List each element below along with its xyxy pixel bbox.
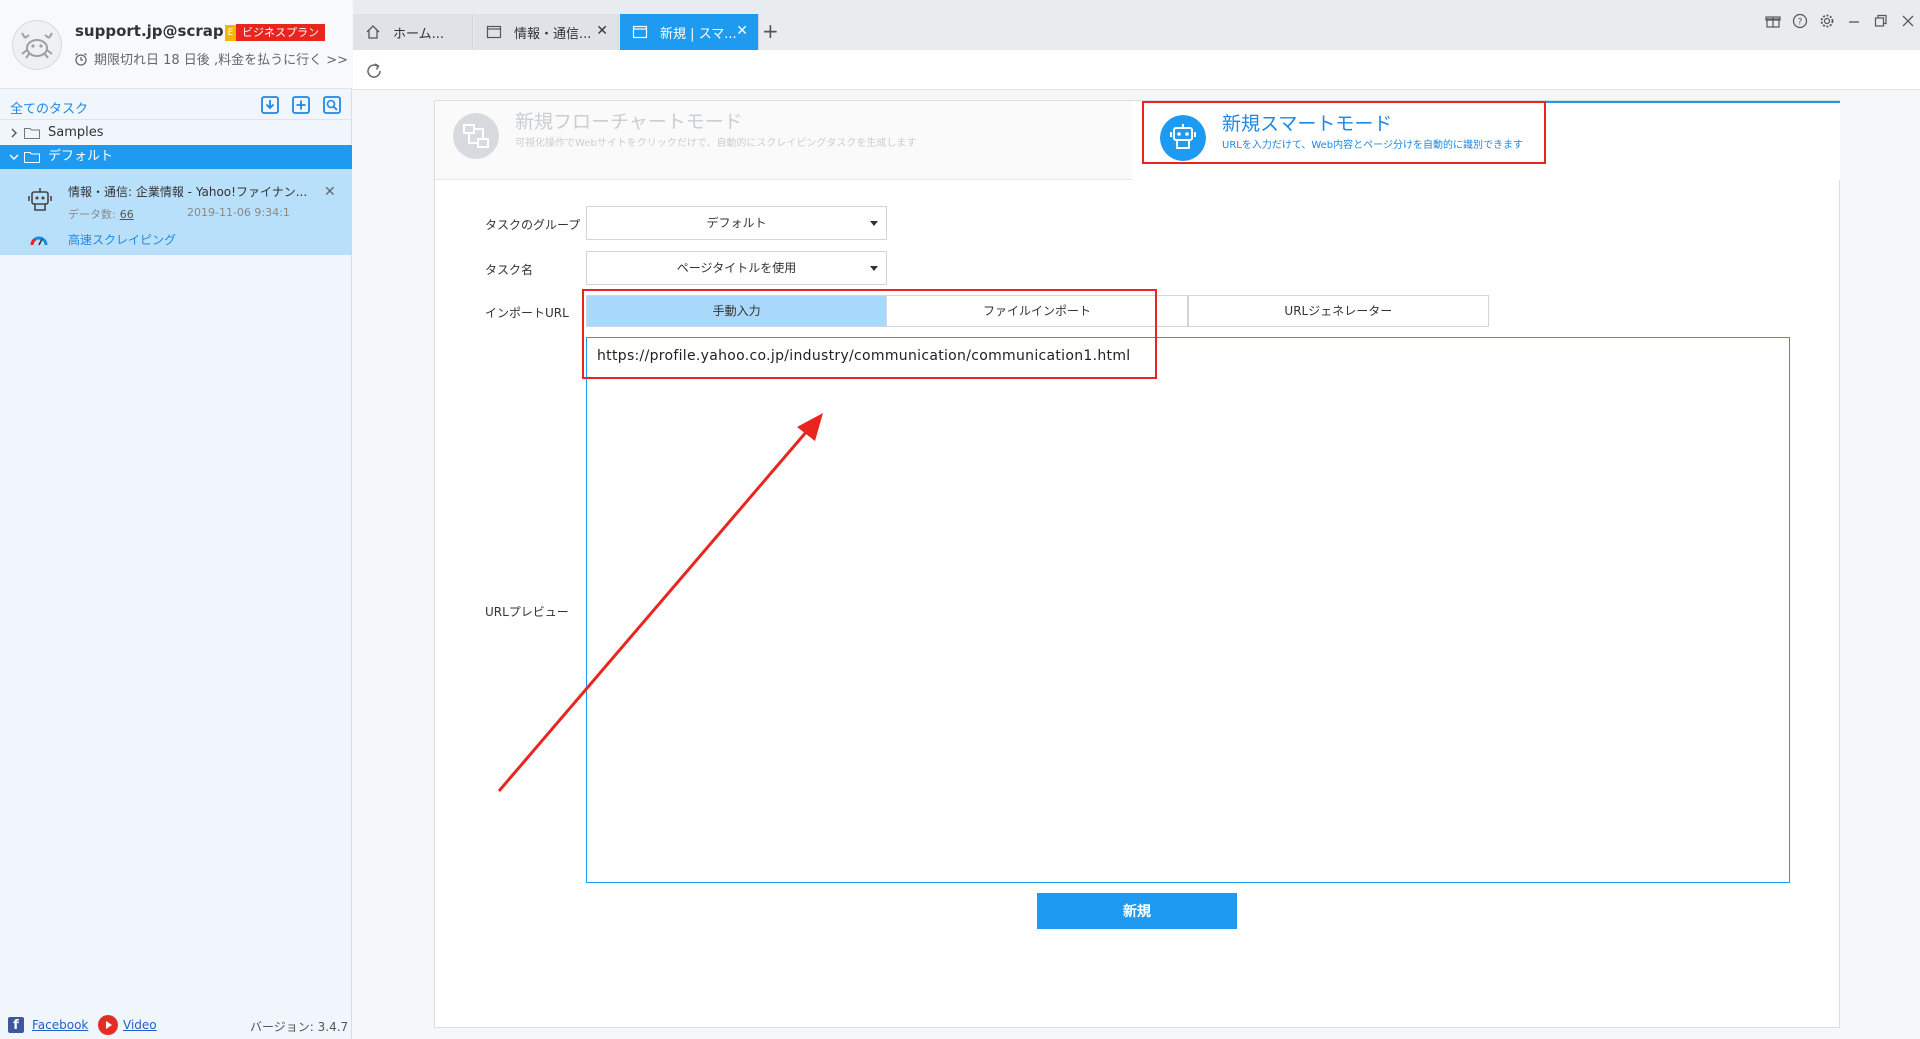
sidebar-footer: f Facebook Video バージョン: 3.4.7 [0,1009,352,1039]
gift-icon[interactable] [1765,13,1781,29]
minimize-icon[interactable] [1846,13,1862,29]
profile-panel: support.jp@scrap... E ビジネスプラン 期限切れ日 18 日… [0,0,352,89]
create-button[interactable]: 新規 [1037,893,1237,929]
flowchart-icon [453,113,499,159]
expiry-text: 期限切れ日 18 日後 ,料金を払うに行く >> [94,53,348,68]
annotation-box-url-input [582,289,1157,379]
dropdown-caret-icon [870,221,878,226]
restore-icon[interactable] [1873,13,1889,29]
folder-samples[interactable]: Samples [0,121,352,145]
task-date: 2019-11-06 9:34:1 [187,206,290,219]
data-count[interactable]: 66 [120,208,134,221]
alarm-clock-icon [75,52,87,66]
version-label: バージョン: 3.4.7 [250,1020,349,1034]
folder-icon [24,152,40,163]
folder-icon [24,128,40,139]
task-name-select[interactable]: ページタイトルを使用 [586,251,887,285]
new-task-panel: 新規フローチャートモード 可視化操作でWebサイトをクリックだけで、自動的にスク… [434,100,1840,1028]
task-group-select[interactable]: デフォルト [586,206,887,240]
tab-new-smart[interactable]: 新規 | スマ... ✕ [620,14,759,50]
close-task-icon[interactable]: ✕ [324,184,336,200]
avatar[interactable] [12,20,62,70]
task-group-label: タスクのグループ [485,218,581,232]
all-tasks-label[interactable]: 全てのタスク [10,98,88,117]
task-group-value: デフォルト [706,216,767,230]
facebook-icon[interactable]: f [8,1017,24,1033]
tab-url-generator[interactable]: URLジェネレーター [1188,296,1488,326]
home-icon [366,25,380,39]
folder-label: デフォルト [48,149,114,164]
account-email: support.jp@scrap... [75,22,241,40]
annotation-box-smart-mode [1142,101,1546,164]
url-preview-label: URLプレビュー [485,605,569,619]
data-count-label: データ数: [68,208,116,221]
tab-label: ホーム... [393,27,445,42]
help-icon[interactable]: ? [1792,13,1808,29]
settings-gear-icon[interactable] [1819,13,1835,29]
tab-label: 情報・通信... [514,27,592,42]
video-link[interactable]: Video [123,1018,157,1032]
speedometer-icon [30,236,48,246]
task-name-value: ページタイトルを使用 [676,261,797,275]
flowchart-mode-desc: 可視化操作でWebサイトをクリックだけで、自動的にスクレイピングタスクを生成しま… [515,138,917,149]
refresh-icon[interactable] [365,62,383,80]
flowchart-mode-title: 新規フローチャートモード [515,111,743,133]
task-list-header: 全てのタスク [0,90,352,120]
import-task-icon[interactable] [260,95,280,115]
edition-badge: E [225,25,236,41]
search-task-icon[interactable] [322,95,342,115]
task-meta: データ数: 66 2019-11-06 9:34:1 [68,206,290,222]
facebook-link[interactable]: Facebook [32,1018,88,1032]
sidebar: support.jp@scrap... E ビジネスプラン 期限切れ日 18 日… [0,0,352,1039]
url-input[interactable]: https://profile.yahoo.co.jp/industry/com… [586,337,1790,883]
import-url-label: インポートURL [485,306,569,320]
tab-label: 新規 | スマ... [660,27,737,42]
robot-icon [28,188,52,211]
add-task-icon[interactable] [291,95,311,115]
task-title: 情報・通信: 企業情報 - Yahoo!ファイナン... [68,185,308,199]
page-icon [632,25,648,39]
crab-logo-icon [21,32,53,59]
task-name-label: タスク名 [485,263,534,277]
task-list-item[interactable]: 情報・通信: 企業情報 - Yahoo!ファイナン... ✕ データ数: 66 2… [0,169,352,255]
tab-home[interactable]: ホーム... [353,14,473,50]
chevron-right-icon[interactable] [8,121,20,145]
flowchart-mode-card[interactable]: 新規フローチャートモード 可視化操作でWebサイトをクリックだけで、自動的にスク… [435,101,1132,180]
tab-task[interactable]: 情報・通信... ✕ [474,14,619,50]
expiry-notice[interactable]: 期限切れ日 18 日後 ,料金を払うに行く >> [74,49,348,68]
browser-toolbar [353,50,1920,90]
folder-label: Samples [48,125,104,140]
dropdown-caret-icon [870,266,878,271]
tab-bar: ホーム... 情報・通信... ✕ 新規 | スマ... ✕ + ? [353,0,1920,50]
folder-default[interactable]: デフォルト [0,145,352,169]
task-mode-label[interactable]: 高速スクレイピング [68,231,176,248]
chevron-down-icon[interactable] [8,145,20,169]
svg-text:?: ? [1798,18,1803,28]
youtube-icon[interactable] [98,1015,118,1035]
page-icon [486,25,502,39]
add-tab-button[interactable]: + [762,19,779,43]
plan-badge: ビジネスプラン [236,24,325,41]
close-tab-icon[interactable]: ✕ [736,23,748,39]
close-window-icon[interactable] [1900,13,1916,29]
close-tab-icon[interactable]: ✕ [596,23,608,39]
